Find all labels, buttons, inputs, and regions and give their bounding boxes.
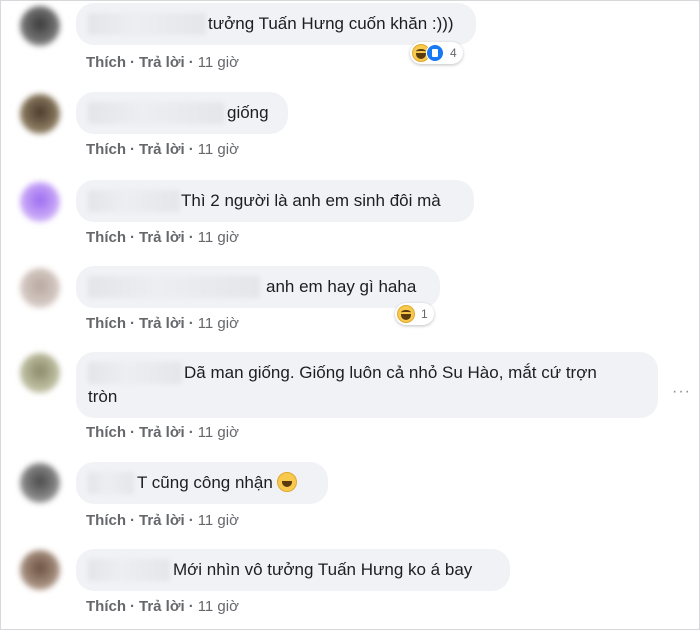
comment-bubble: tưởng Tuấn Hưng cuốn khăn :))) (76, 3, 476, 45)
reply-link[interactable]: Trả lời (139, 598, 185, 615)
comment-text: anh em hay gì haha (266, 277, 417, 296)
comment-bubble: Dã man giống. Giống luôn cả nhỏ Su Hào, … (76, 352, 658, 418)
like-link[interactable]: Thích (86, 54, 126, 71)
comment-text: tưởng Tuấn Hưng cuốn khăn :))) (208, 14, 454, 33)
commenter-name-blurred[interactable] (88, 472, 134, 494)
timestamp[interactable]: 11 giờ (198, 512, 239, 529)
comment-actions: Thích · Trả lời · 11 giờ (86, 598, 239, 615)
timestamp[interactable]: 11 giờ (198, 229, 239, 246)
avatar[interactable] (20, 268, 60, 308)
avatar[interactable] (20, 182, 60, 222)
rofl-emoji-icon (276, 472, 297, 492)
reaction-summary[interactable]: 4 (410, 42, 463, 64)
timestamp[interactable]: 11 giờ (198, 315, 239, 332)
like-reaction-icon (426, 44, 444, 62)
comment-actions: Thích · Trả lời · 11 giờ (86, 54, 239, 71)
haha-reaction-icon (397, 305, 415, 323)
reply-link[interactable]: Trả lời (139, 54, 185, 71)
comment-text-line-1: Dã man giống. Giống luôn cả nhỏ Su Hào, … (184, 363, 597, 382)
comment-bubble: anh em hay gì haha (76, 266, 440, 308)
reply-link[interactable]: Trả lời (139, 512, 185, 529)
avatar[interactable] (20, 353, 60, 393)
reply-link[interactable]: Trả lời (139, 229, 185, 246)
like-link[interactable]: Thích (86, 315, 126, 332)
comment-text: giống (227, 103, 269, 122)
comment-text: Thì 2 người là anh em sinh đôi mà (181, 191, 441, 210)
timestamp[interactable]: 11 giờ (198, 598, 239, 615)
commenter-name-blurred[interactable] (88, 102, 224, 124)
reply-link[interactable]: Trả lời (139, 315, 185, 332)
avatar[interactable] (20, 550, 60, 590)
commenter-name-blurred[interactable] (88, 190, 180, 212)
like-link[interactable]: Thích (86, 424, 126, 441)
comment-bubble: T cũng công nhận (76, 462, 328, 504)
reaction-summary[interactable]: 1 (395, 303, 434, 325)
more-horizontal-icon[interactable]: ··· (672, 383, 691, 401)
comment-actions: Thích · Trả lời · 11 giờ (86, 315, 239, 332)
comment-text: Mới nhìn vô tưởng Tuấn Hưng ko á bay (173, 560, 473, 579)
comment-actions: Thích · Trả lời · 11 giờ (86, 512, 239, 529)
comment-bubble: Thì 2 người là anh em sinh đôi mà (76, 180, 474, 222)
reply-link[interactable]: Trả lời (139, 141, 185, 158)
like-link[interactable]: Thích (86, 229, 126, 246)
commenter-name-blurred[interactable] (88, 362, 182, 384)
timestamp[interactable]: 11 giờ (198, 424, 239, 441)
reaction-count: 1 (421, 307, 428, 321)
commenter-name-blurred[interactable] (88, 276, 260, 298)
avatar[interactable] (20, 94, 60, 134)
comment-actions: Thích · Trả lời · 11 giờ (86, 229, 239, 246)
avatar[interactable] (20, 463, 60, 503)
comment-actions: Thích · Trả lời · 11 giờ (86, 424, 239, 441)
timestamp[interactable]: 11 giờ (198, 54, 239, 71)
comment-text: T cũng công nhận (137, 472, 297, 494)
reaction-count: 4 (450, 46, 457, 60)
like-link[interactable]: Thích (86, 141, 126, 158)
commenter-name-blurred[interactable] (88, 13, 206, 35)
commenter-name-blurred[interactable] (88, 559, 170, 581)
reply-link[interactable]: Trả lời (139, 424, 185, 441)
comment-text-content: T cũng công nhận (137, 473, 273, 492)
comment-actions: Thích · Trả lời · 11 giờ (86, 141, 239, 158)
comment-text-line-2: tròn (88, 387, 118, 406)
comment-bubble: Mới nhìn vô tưởng Tuấn Hưng ko á bay (76, 549, 510, 591)
comment-bubble: giống (76, 92, 288, 134)
like-link[interactable]: Thích (86, 598, 126, 615)
like-link[interactable]: Thích (86, 512, 126, 529)
avatar[interactable] (20, 6, 60, 46)
timestamp[interactable]: 11 giờ (198, 141, 239, 158)
